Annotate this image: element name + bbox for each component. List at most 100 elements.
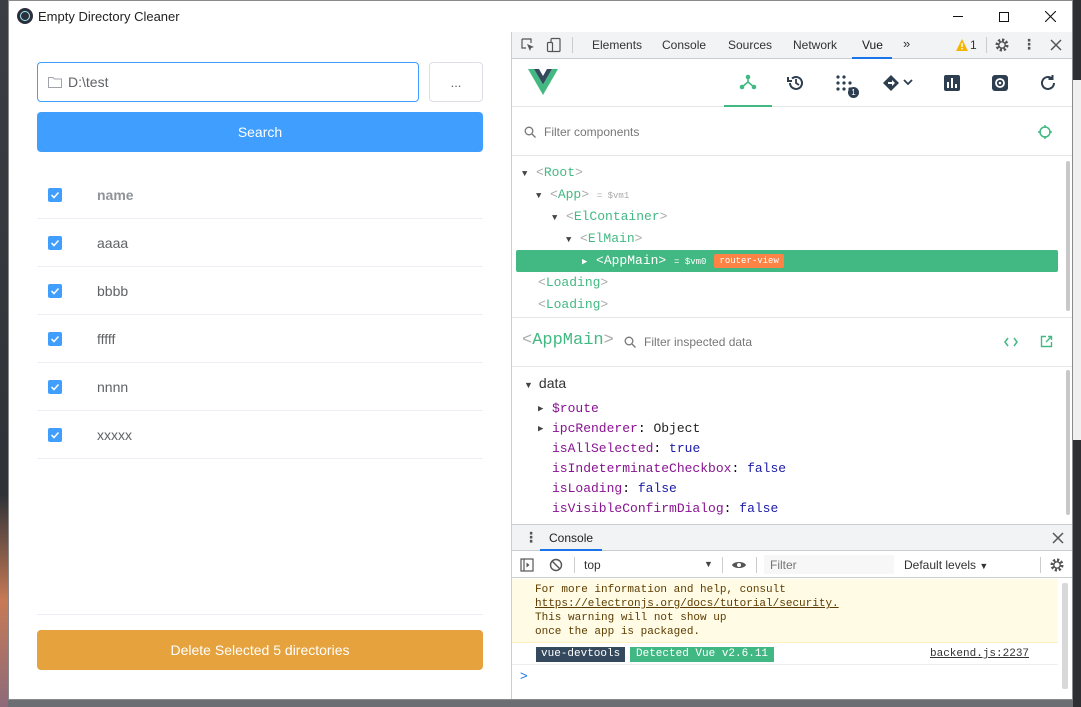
router-view-tag: router-view [714,254,784,268]
tree-node-loading[interactable]: <Loading> [538,294,608,316]
folder-icon [48,77,62,88]
directory-path-input[interactable] [68,72,408,92]
column-header-name: name [97,187,134,203]
log-levels-dropdown[interactable]: Default levels ▼ [904,558,988,572]
close-drawer-icon[interactable] [1052,532,1064,544]
tab-sources[interactable]: Sources [728,38,772,52]
context-dropdown-icon[interactable]: ▼ [704,559,713,569]
inspect-element-icon[interactable] [520,37,536,53]
data-row[interactable]: isIndeterminateCheckbox: false [552,459,786,479]
close-window-button[interactable] [1027,1,1072,32]
more-tabs-chevron-icon[interactable]: » [903,36,910,51]
data-scrollbar[interactable] [1066,370,1070,515]
row-name: xxxxx [97,427,132,443]
sidebar-toggle-icon[interactable] [520,558,534,572]
console-toolbar: top ▼ Default levels ▼ [512,552,1072,578]
data-key: isIndeterminateCheckbox [552,461,732,476]
console-prompt[interactable]: > [520,668,528,683]
delete-selected-button[interactable]: Delete Selected 5 directories [37,630,483,670]
tree-node-root[interactable]: ▼ <Root> [522,162,583,184]
row-checkbox[interactable] [48,332,62,346]
timeline-badge: 1 [848,87,859,98]
row-checkbox[interactable] [48,284,62,298]
tab-vue[interactable]: Vue [862,38,883,52]
timeline-tab-button[interactable] [772,59,820,107]
routing-diamond-icon [883,75,913,91]
source-link[interactable]: backend.js:2237 [930,648,1029,660]
settings-tab-button[interactable] [976,59,1024,107]
kebab-menu-icon[interactable]: ⋮ [1022,36,1036,53]
warning-icon[interactable] [955,38,969,52]
tab-elements[interactable]: Elements [592,38,642,52]
desktop-background-left [0,0,8,707]
tree-node-loading[interactable]: <Loading> [538,272,608,294]
row-checkbox[interactable] [48,236,62,250]
maximize-button[interactable] [981,1,1027,32]
row-checkbox[interactable] [48,428,62,442]
settings-gear-icon[interactable] [994,37,1010,53]
drawer-tab-console[interactable]: Console [549,531,593,545]
toolbar-divider [722,557,723,573]
clear-console-icon[interactable] [549,558,563,572]
vuex-tab-button[interactable]: 1 [820,59,868,107]
tree-node-elcontainer[interactable]: ▼ <ElContainer> [552,206,667,228]
context-selector[interactable]: top [584,558,601,572]
data-row[interactable]: ▶ ipcRenderer: Object [538,419,700,439]
minimize-button[interactable] [935,1,981,32]
code-icon[interactable] [1004,336,1018,348]
refresh-icon [1041,75,1055,90]
performance-tab-button[interactable] [928,59,976,107]
table-row: aaaa [37,219,483,267]
browse-button[interactable]: ... [429,62,483,102]
search-button[interactable]: Search [37,112,483,152]
data-row[interactable]: isAllSelected: true [552,439,700,459]
toolbar-divider [572,37,573,53]
console-scrollbar[interactable] [1062,583,1068,689]
component-tree-icon [739,74,757,90]
open-external-icon[interactable] [1040,335,1053,348]
data-section-label: data [538,375,567,391]
close-icon [1044,11,1056,22]
device-toolbar-icon[interactable] [546,37,562,53]
routing-tab-button[interactable] [868,59,928,107]
filter-inspected-placeholder[interactable]: Filter inspected data [644,335,752,349]
tree-node-elmain[interactable]: ▼ <ElMain> [566,228,642,250]
console-filter-input[interactable] [764,555,894,574]
console-settings-icon[interactable] [1049,557,1065,573]
devtools-tab-bar: Elements Console Sources Network Vue » 1… [512,32,1072,59]
row-checkbox[interactable] [48,380,62,394]
data-section-header[interactable]: ▼ data [524,375,566,391]
tree-node-app[interactable]: ▼ <App> = $vm1 [536,184,629,206]
tab-network[interactable]: Network [793,38,837,52]
electron-security-link[interactable]: https://electronjs.org/docs/tutorial/sec… [535,598,839,610]
components-tab-button[interactable] [724,59,772,107]
close-devtools-icon[interactable] [1050,39,1062,51]
inspector-header: <AppMain> Filter inspected data [512,317,1072,367]
tree-scrollbar[interactable] [1066,161,1070,311]
search-icon [524,126,536,138]
component-filter-bar[interactable]: Filter components [512,108,1072,156]
toolbar-divider [1040,557,1041,573]
vm-ref: = $vm1 [596,191,630,201]
tab-console[interactable]: Console [662,38,706,52]
refresh-button[interactable] [1024,59,1072,107]
log-levels-label: Default levels [904,558,977,572]
desktop-background-right [1073,0,1081,707]
data-row[interactable]: ▶ $route [538,399,599,419]
maximize-icon [999,11,1009,22]
crosshair-select-icon[interactable] [1038,125,1052,139]
directory-path-field[interactable] [37,62,419,102]
tree-node-appmain[interactable]: ▶ <AppMain> = $vm0 router-view [582,250,784,272]
data-row[interactable]: isVisibleConfirmDialog: false [552,499,778,519]
drawer-menu-icon[interactable]: ⋮ [524,529,538,546]
app-main: ... Search name aaaa bbbb fffff nnnn [9,32,511,699]
data-key: ipcRenderer [552,421,638,436]
data-separator: : [653,441,662,456]
inspected-component-title: <AppMain> [522,331,614,350]
detected-vue-tag: Detected Vue v2.6.11 [630,647,775,662]
data-row[interactable]: isLoading: false [552,479,677,499]
tree-node-label: ElContainer [573,209,660,224]
select-all-checkbox[interactable] [48,188,62,202]
eye-icon[interactable] [731,559,747,571]
active-drawer-tab-indicator [540,549,602,551]
